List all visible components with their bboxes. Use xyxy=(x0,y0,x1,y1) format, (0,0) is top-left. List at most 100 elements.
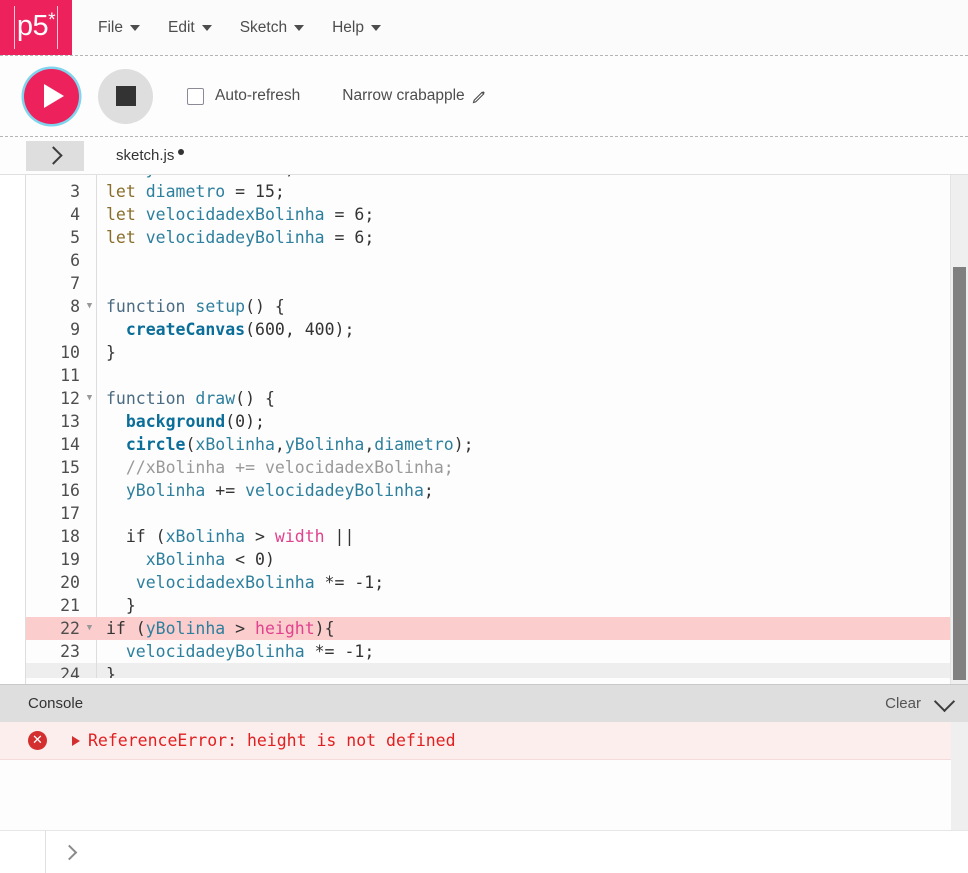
code-line[interactable]: 23 velocidadeyBolinha *= -1; xyxy=(26,640,968,663)
menu-bar: File Edit Sketch Help xyxy=(72,0,395,55)
code-line[interactable]: 21 } xyxy=(26,594,968,617)
code-token: velocidadexBolinha xyxy=(145,205,325,224)
menu-item-sketch[interactable]: Sketch xyxy=(226,13,318,43)
code-token: ; xyxy=(285,175,295,178)
code-text: velocidadexBolinha *= -1; xyxy=(96,571,968,594)
fold-triangle-icon[interactable]: ▼ xyxy=(83,295,96,318)
menu-item-label: Edit xyxy=(167,18,195,36)
file-tab-sketch-js[interactable]: sketch.js xyxy=(116,147,185,164)
code-token: ); xyxy=(453,435,474,454)
code-line[interactable]: 6 xyxy=(26,249,968,272)
code-line[interactable]: 5 let velocidadeyBolinha = 6; xyxy=(26,226,968,249)
code-line[interactable]: 7 xyxy=(26,272,968,295)
code-token: setup xyxy=(195,297,246,316)
code-line[interactable]: 20 velocidadexBolinha *= -1; xyxy=(26,571,968,594)
code-token: *= xyxy=(304,642,345,661)
code-token: ); xyxy=(245,412,265,431)
code-token: () { xyxy=(245,297,285,316)
code-token: *= xyxy=(314,573,355,592)
editor-scrollbar-track[interactable] xyxy=(950,175,968,684)
code-line[interactable]: 9 createCanvas(600, 400); xyxy=(26,318,968,341)
code-token: yBolinha xyxy=(146,175,225,178)
code-line[interactable]: 16 yBolinha += velocidadeyBolinha; xyxy=(26,479,968,502)
chevron-right-icon xyxy=(44,146,63,165)
fold-triangle-icon[interactable]: ▼ xyxy=(83,617,96,640)
code-line[interactable]: 14 circle(xBolinha,yBolinha,diametro); xyxy=(26,433,968,456)
editor-content-area[interactable]: 2let yBolinha = 200;3let diametro = 15;4… xyxy=(25,175,968,684)
p5-logo[interactable]: p5* xyxy=(0,0,72,55)
triangle-right-icon[interactable] xyxy=(72,735,80,746)
code-token: > xyxy=(225,619,256,638)
play-button[interactable] xyxy=(24,68,79,124)
code-token: () { xyxy=(235,389,275,408)
code-line[interactable]: 18 if (xBolinha > width || xyxy=(26,525,968,548)
stop-button[interactable] xyxy=(98,68,153,124)
code-line[interactable]: 22 ▼ if (yBolinha > height){ xyxy=(26,617,968,640)
sidebar-toggle-button[interactable] xyxy=(26,140,84,171)
code-text: let velocidadexBolinha = 6; xyxy=(96,203,968,226)
code-token: diametro xyxy=(374,435,454,454)
editor-scrollbar-thumb[interactable] xyxy=(953,267,966,680)
code-line[interactable]: 15 //xBolinha += velocidadexBolinha; xyxy=(26,456,968,479)
p5-logo-star: * xyxy=(48,10,56,32)
menu-item-file[interactable]: File xyxy=(84,13,154,43)
console-header: Console Clear xyxy=(0,685,968,722)
code-editor[interactable]: 2let yBolinha = 200;3let diametro = 15;4… xyxy=(0,175,968,684)
file-tab-label: sketch.js xyxy=(116,147,175,164)
console-input-row[interactable] xyxy=(0,830,968,873)
code-line[interactable]: 13 background(0); xyxy=(26,410,968,433)
code-token: //xBolinha += velocidadexBolinha; xyxy=(106,458,454,477)
code-token: let xyxy=(106,175,146,178)
code-token: 15 xyxy=(255,182,275,201)
menu-item-help[interactable]: Help xyxy=(318,13,395,43)
code-token: width xyxy=(274,527,325,546)
code-token: = xyxy=(324,205,355,224)
code-line[interactable]: 17 xyxy=(26,502,968,525)
code-token: 0 xyxy=(255,550,265,569)
toolbar: Auto-refresh Narrow crabapple xyxy=(0,56,968,137)
auto-refresh-label: Auto-refresh xyxy=(215,87,301,104)
code-token: height xyxy=(255,619,315,638)
editor-left-margin xyxy=(0,175,25,684)
console-clear-button[interactable]: Clear xyxy=(885,695,921,712)
auto-refresh-checkbox[interactable] xyxy=(187,87,204,105)
code-token: = xyxy=(225,182,256,201)
console-message-error[interactable]: ✕ ReferenceError: height is not defined xyxy=(0,722,968,760)
code-line[interactable]: 11 xyxy=(26,364,968,387)
console-title: Console xyxy=(28,695,84,712)
auto-refresh-toggle[interactable]: Auto-refresh xyxy=(187,87,300,105)
code-line[interactable]: 4 let velocidadexBolinha = 6; xyxy=(26,203,968,226)
code-token: ; xyxy=(364,228,375,247)
code-line[interactable]: 3 let diametro = 15; xyxy=(26,180,968,203)
code-token: ; xyxy=(423,481,434,500)
menu-item-edit[interactable]: Edit xyxy=(154,13,226,43)
fold-triangle-icon[interactable]: ▼ xyxy=(83,387,96,410)
code-line[interactable]: 19 xBolinha < 0) xyxy=(26,548,968,571)
line-number: 16 xyxy=(60,481,80,500)
code-text: createCanvas(600, 400); xyxy=(96,318,968,341)
line-number: 22 xyxy=(60,619,80,638)
code-token: += xyxy=(205,481,246,500)
code-token: ; xyxy=(364,205,375,224)
code-line[interactable]: 10} xyxy=(26,341,968,364)
code-token: if ( xyxy=(106,619,146,638)
code-text: velocidadeyBolinha *= -1; xyxy=(96,640,968,663)
line-number: 7 xyxy=(70,274,80,293)
line-number: 11 xyxy=(60,366,80,385)
sketch-name-label: Narrow crabapple xyxy=(342,87,465,104)
code-token: } xyxy=(106,596,136,615)
code-line[interactable]: 12 ▼ function draw() { xyxy=(26,387,968,410)
code-token: , xyxy=(284,320,305,339)
sketch-name-field[interactable]: Narrow crabapple xyxy=(342,87,485,105)
code-token: yBolinha xyxy=(125,481,206,500)
code-token: ; xyxy=(274,182,285,201)
code-token: ( xyxy=(185,435,196,454)
chevron-right-icon xyxy=(61,844,78,860)
chevron-down-icon[interactable] xyxy=(933,690,956,712)
code-token: velocidadeyBolinha xyxy=(145,228,325,247)
pencil-icon[interactable] xyxy=(472,90,486,104)
code-line[interactable]: 8 ▼ function setup() { xyxy=(26,295,968,318)
